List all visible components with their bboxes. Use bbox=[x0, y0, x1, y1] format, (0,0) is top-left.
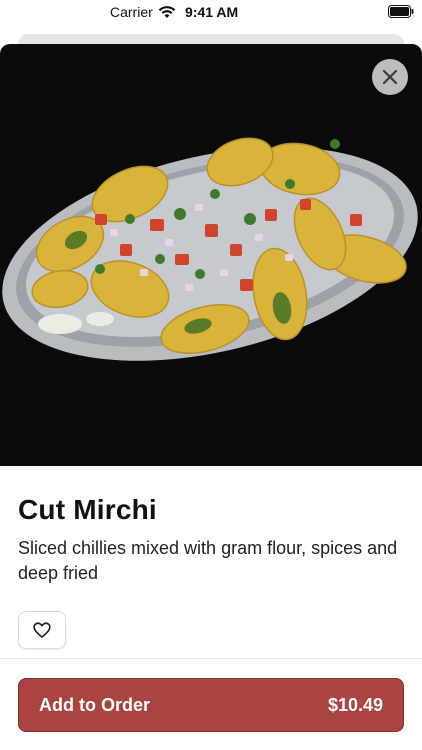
add-to-order-label: Add to Order bbox=[39, 694, 150, 715]
order-price: $10.49 bbox=[327, 694, 383, 715]
divider bbox=[0, 658, 422, 659]
favorite-button[interactable] bbox=[18, 611, 66, 649]
close-button[interactable] bbox=[372, 59, 408, 95]
clock-time: 9:41 AM bbox=[185, 4, 239, 20]
status-bar: Carrier 9:41 AM bbox=[0, 0, 422, 24]
battery-icon bbox=[388, 5, 414, 18]
close-icon bbox=[382, 69, 398, 85]
carrier-label: Carrier bbox=[110, 4, 153, 20]
food-photo bbox=[0, 44, 422, 466]
heart-icon bbox=[33, 622, 51, 638]
food-illustration bbox=[2, 137, 418, 361]
item-description: Sliced chillies mixed with gram flour, s… bbox=[18, 538, 398, 583]
add-to-order-button[interactable]: Add to Order $10.49 bbox=[18, 678, 404, 732]
item-title: Cut Mirchi bbox=[18, 494, 157, 525]
wifi-icon bbox=[158, 6, 176, 18]
